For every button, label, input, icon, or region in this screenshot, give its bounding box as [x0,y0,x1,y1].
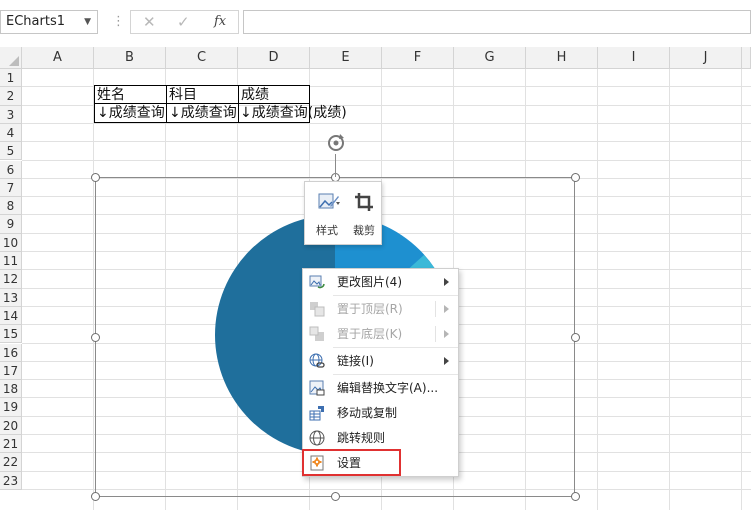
menu-label: 置于顶层(R) [337,302,403,316]
menu-item-edit-alt-text[interactable]: 编辑替换文字(A)... [303,376,458,400]
rotate-stem [335,154,336,177]
rotate-handle-icon[interactable] [325,132,347,154]
menu-label: 更改图片(4) [337,275,402,289]
style-button[interactable]: 样式 [308,188,346,242]
change-picture-icon [309,275,325,289]
link-icon [309,353,325,368]
resize-handle-top-left[interactable] [91,173,100,182]
menu-item-send-to-back[interactable]: 置于底层(K) [303,322,458,346]
submenu-arrow-icon [444,330,449,338]
crop-label: 裁剪 [353,224,375,237]
bring-to-front-icon [310,302,325,317]
resize-handle-bottom[interactable] [331,492,340,501]
highlight-box [302,449,401,476]
menu-item-link[interactable]: 链接(I) [303,349,458,373]
menu-separator [333,347,458,348]
menu-label: 链接(I) [337,354,374,368]
alt-text-icon [309,380,325,396]
menu-item-move-copy[interactable]: 移动或复制 [303,401,458,425]
menu-item-divider [435,301,436,317]
submenu-arrow-icon [444,305,449,313]
resize-handle-bottom-right[interactable] [571,492,580,501]
menu-item-bring-to-front[interactable]: 置于顶层(R) [303,297,458,321]
crop-icon [355,193,373,211]
menu-separator [333,295,458,296]
submenu-arrow-icon [444,278,449,286]
menu-label: 移动或复制 [337,406,398,420]
resize-handle-left[interactable] [91,333,100,342]
context-menu: 更改图片(4) 置于顶层(R) 置于底层(K) 链接(I) 编辑替换文字(A).… [302,268,459,477]
crop-button[interactable]: 裁剪 [345,188,383,242]
move-copy-icon [309,406,324,421]
menu-label: 编辑替换文字(A)... [337,381,439,395]
resize-handle-bottom-left[interactable] [91,492,100,501]
submenu-arrow-icon [444,357,449,365]
resize-handle-top-right[interactable] [571,173,580,182]
menu-item-jump-rules[interactable]: 跳转规则 [303,426,458,450]
menu-separator [333,374,458,375]
menu-label: 置于底层(K) [337,327,403,341]
style-label: 样式 [316,224,338,237]
send-to-back-icon [309,326,324,341]
globe-icon [309,430,325,446]
picture-mini-toolbar: 样式 裁剪 [304,181,382,245]
menu-label: 跳转规则 [337,431,386,445]
paint-picture-icon [318,193,340,209]
menu-item-change-picture[interactable]: 更改图片(4) [303,270,458,294]
menu-item-divider [435,326,436,342]
resize-handle-right[interactable] [571,333,580,342]
